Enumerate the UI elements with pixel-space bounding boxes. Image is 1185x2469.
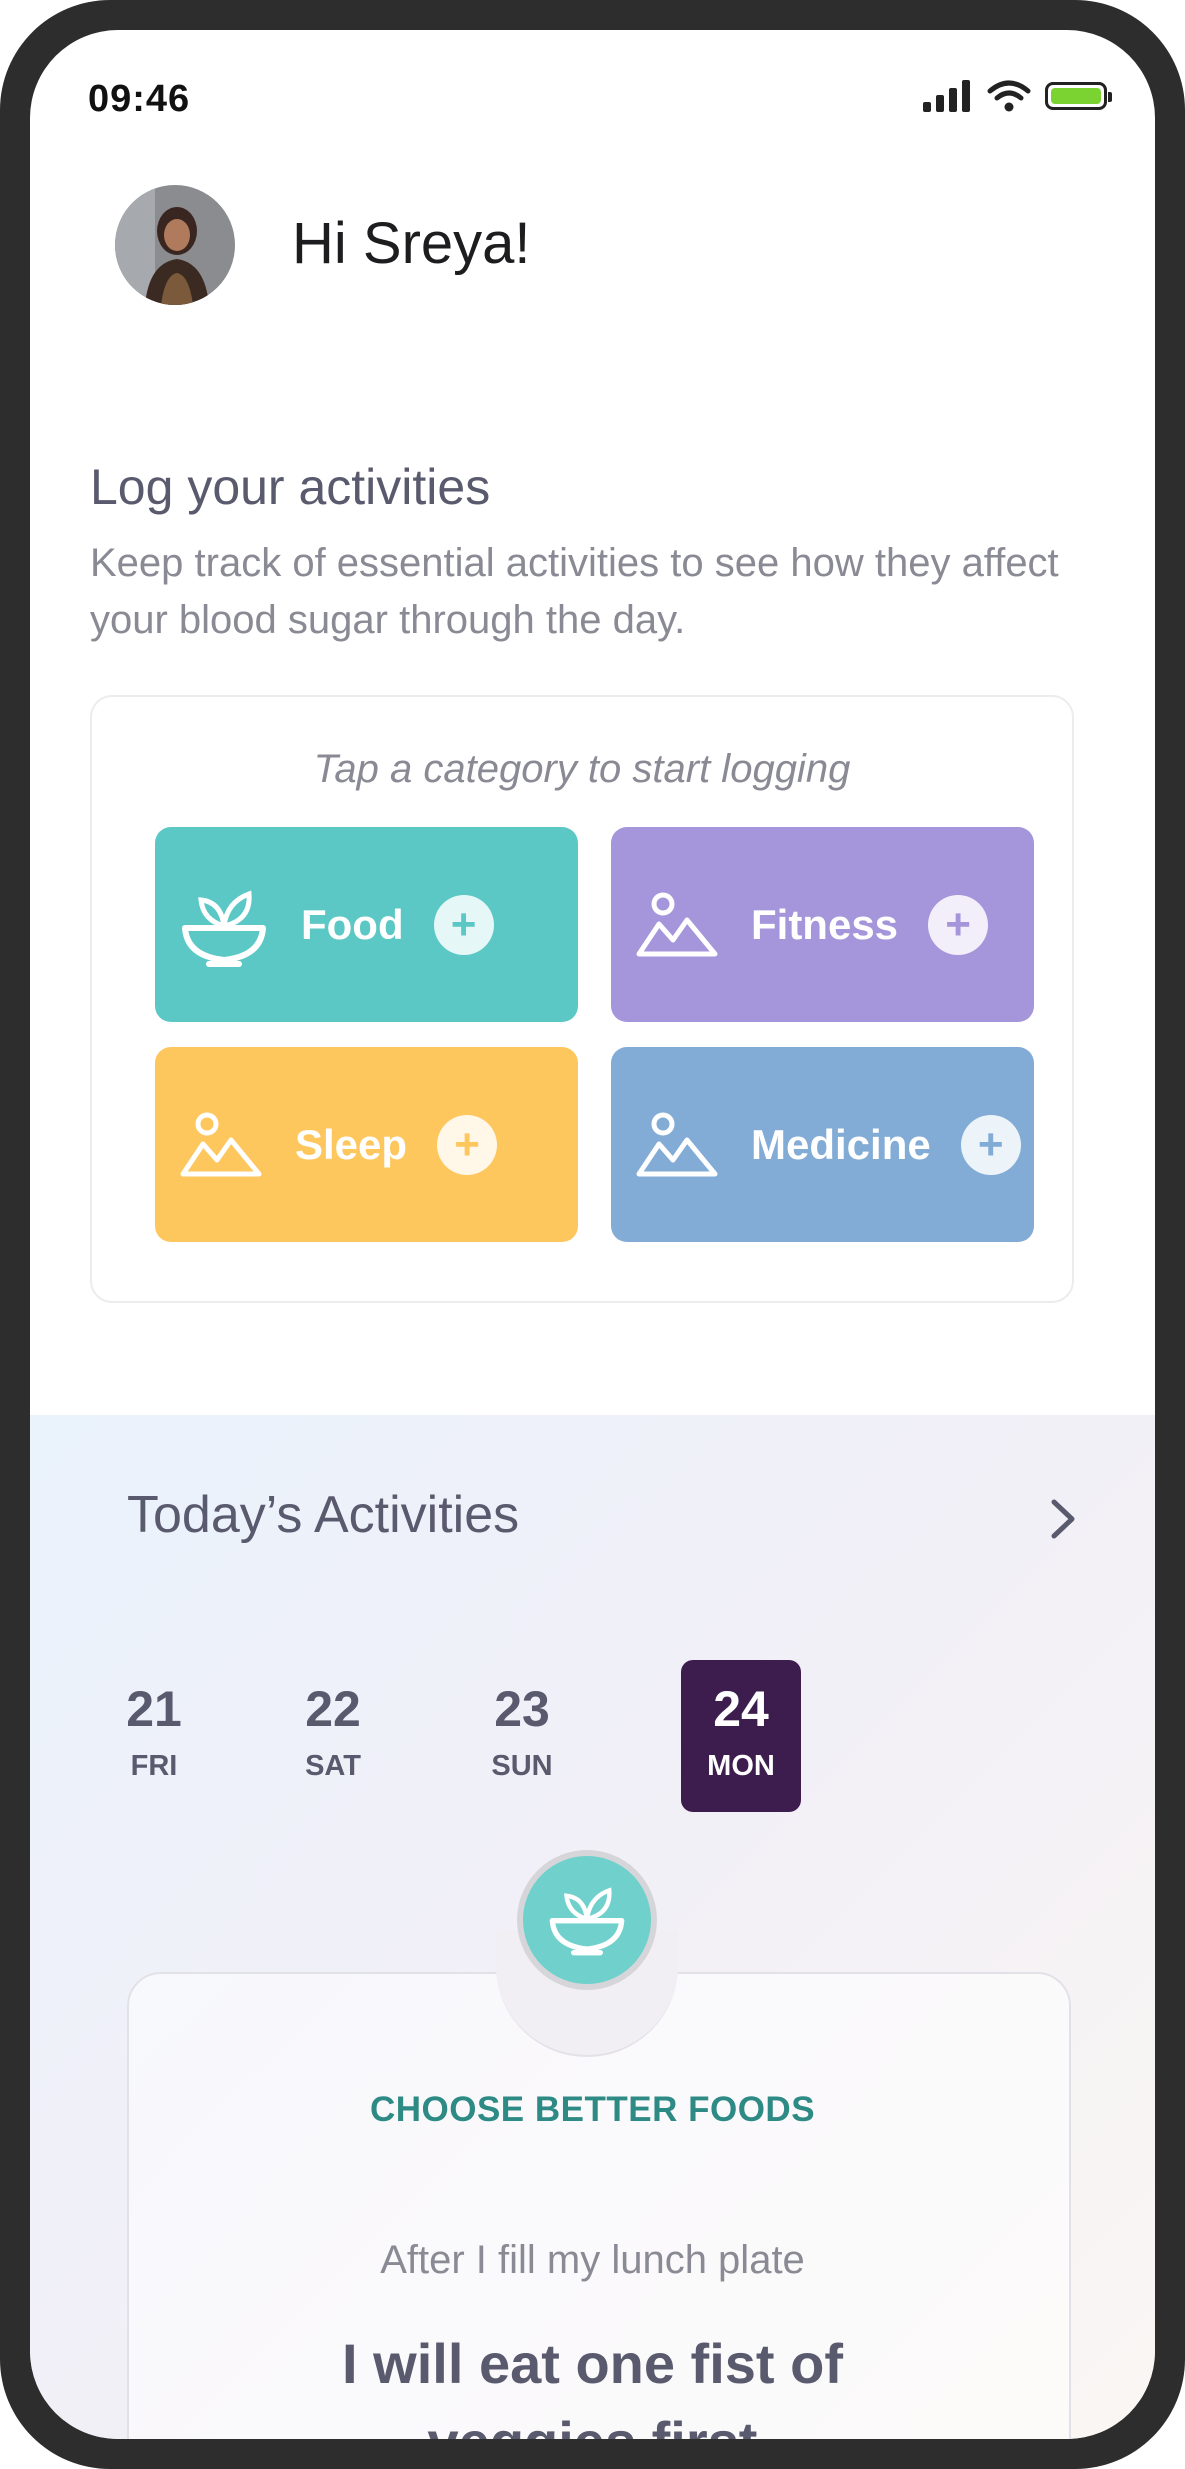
category-medicine-label: Medicine [751,1120,931,1168]
screen: 09:46 Hi Sreya! Log your activities Keep… [30,30,1155,2439]
day-sat[interactable]: 22 SAT [273,1660,393,1812]
category-sleep-label: Sleep [295,1120,408,1168]
day-weekday: FRI [130,1750,178,1782]
day-mon-selected[interactable]: 24 MON [681,1660,801,1812]
category-fitness-label: Fitness [751,900,899,948]
day-weekday: MON [707,1750,775,1782]
chevron-right-icon[interactable] [1048,1496,1078,1547]
plus-icon: + [437,1114,498,1175]
plus-icon: + [960,1114,1021,1175]
device-frame: 09:46 Hi Sreya! Log your activities Keep… [0,0,1185,2469]
battery-icon [1045,82,1112,110]
log-category-card: Tap a category to start logging Food + F… [90,695,1074,1303]
category-medicine-button[interactable]: Medicine + [611,1047,1034,1242]
landscape-icon [635,890,719,960]
day-number: 24 [713,1681,769,1737]
category-fitness-button[interactable]: Fitness + [611,827,1034,1022]
goal-heading: CHOOSE BETTER FOODS [369,2090,816,2129]
plus-icon: + [433,894,494,955]
day-weekday: SAT [305,1750,361,1782]
day-number: 23 [494,1681,550,1737]
day-weekday: SUN [491,1750,553,1782]
goal-cue: After I fill my lunch plate [380,2238,805,2282]
day-sun[interactable]: 23 SUN [462,1660,582,1812]
category-food-label: Food [301,900,404,948]
goal-text: I will eat one fist of veggies first [342,2332,843,2439]
status-icons [923,80,1112,112]
signal-icon [923,80,970,112]
category-sleep-button[interactable]: Sleep + [155,1047,578,1242]
status-time: 09:46 [88,78,191,120]
avatar[interactable] [115,185,235,305]
bowl-icon [547,1878,627,1963]
landscape-icon [635,1110,719,1180]
wifi-icon [987,80,1031,112]
day-number: 22 [305,1681,361,1737]
category-food-button[interactable]: Food + [155,827,578,1022]
plus-icon: + [928,894,989,955]
log-subtitle: Keep track of essential activities to se… [90,541,1059,642]
landscape-icon [179,1110,263,1180]
log-title: Log your activities [90,459,491,515]
greeting-text: Hi Sreya! [292,211,531,276]
bowl-icon [179,880,269,970]
day-fri[interactable]: 21 FRI [94,1660,214,1812]
tap-hint: Tap a category to start logging [313,747,851,791]
day-number: 21 [126,1681,182,1737]
food-badge [517,1850,657,1990]
today-title: Today’s Activities [127,1486,520,1544]
